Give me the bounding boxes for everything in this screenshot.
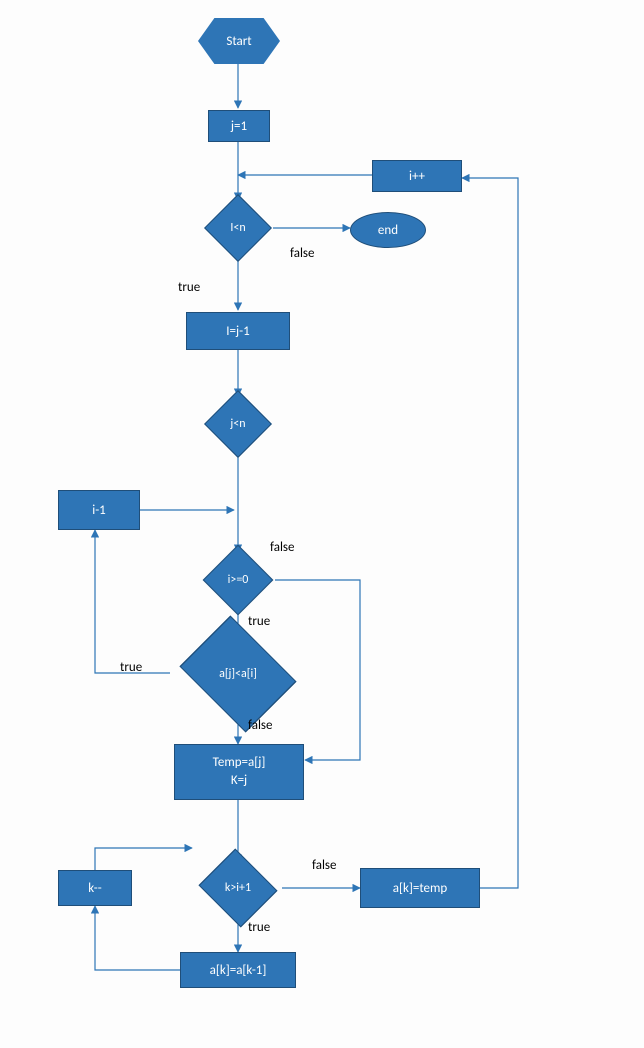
- cond-i-ge-0-label: i>=0: [228, 573, 249, 587]
- init-j-node: j=1: [208, 110, 270, 142]
- init-j-label: j=1: [231, 119, 247, 134]
- cond-k-gt-i1: k>i+1: [194, 860, 282, 916]
- end-node: end: [350, 212, 426, 248]
- label-false-2: false: [270, 540, 294, 555]
- k-dec-node: k--: [58, 870, 132, 906]
- i-minus-1-node: i-1: [58, 490, 140, 530]
- ak-eq-temp-label: a[k]=temp: [393, 881, 447, 896]
- temp-line1: Temp=a[j]: [213, 754, 266, 772]
- cond-aj-lt-ai-label: a[j]<a[i]: [219, 667, 257, 681]
- cond-i-ge-0: i>=0: [200, 552, 276, 608]
- label-true-1: true: [178, 280, 200, 295]
- cond-aj-lt-ai: a[j]<a[i]: [168, 640, 308, 708]
- label-false-1: false: [290, 246, 314, 261]
- set-I-label: I=j-1: [226, 324, 249, 339]
- label-true-3: true: [120, 660, 142, 675]
- set-I-node: I=j-1: [186, 312, 290, 350]
- label-true-2: true: [248, 614, 270, 629]
- k-dec-label: k--: [88, 881, 101, 896]
- cond-j-lt-n: j<n: [203, 396, 273, 452]
- cond-I-lt-n: I<n: [203, 200, 273, 256]
- label-false-3: false: [248, 718, 272, 733]
- label-true-4: true: [248, 920, 270, 935]
- cond-j-lt-n-label: j<n: [230, 417, 245, 431]
- ak-eq-temp-node: a[k]=temp: [360, 868, 480, 908]
- i-minus-1-label: i-1: [92, 503, 106, 518]
- ak-eq-akm1-label: a[k]=a[k-1]: [210, 963, 267, 978]
- cond-k-gt-i1-label: k>i+1: [225, 881, 251, 895]
- inc-i-label: i++: [409, 169, 425, 184]
- end-label: end: [378, 223, 398, 238]
- temp-line2: K=j: [231, 772, 247, 790]
- ak-eq-akm1-node: a[k]=a[k-1]: [180, 952, 296, 988]
- cond-I-lt-n-label: I<n: [230, 221, 245, 235]
- temp-k-node: Temp=a[j] K=j: [174, 744, 304, 800]
- label-false-4: false: [312, 858, 336, 873]
- start-label: Start: [226, 34, 251, 49]
- start-node: Start: [198, 18, 280, 64]
- inc-i-node: i++: [372, 160, 462, 192]
